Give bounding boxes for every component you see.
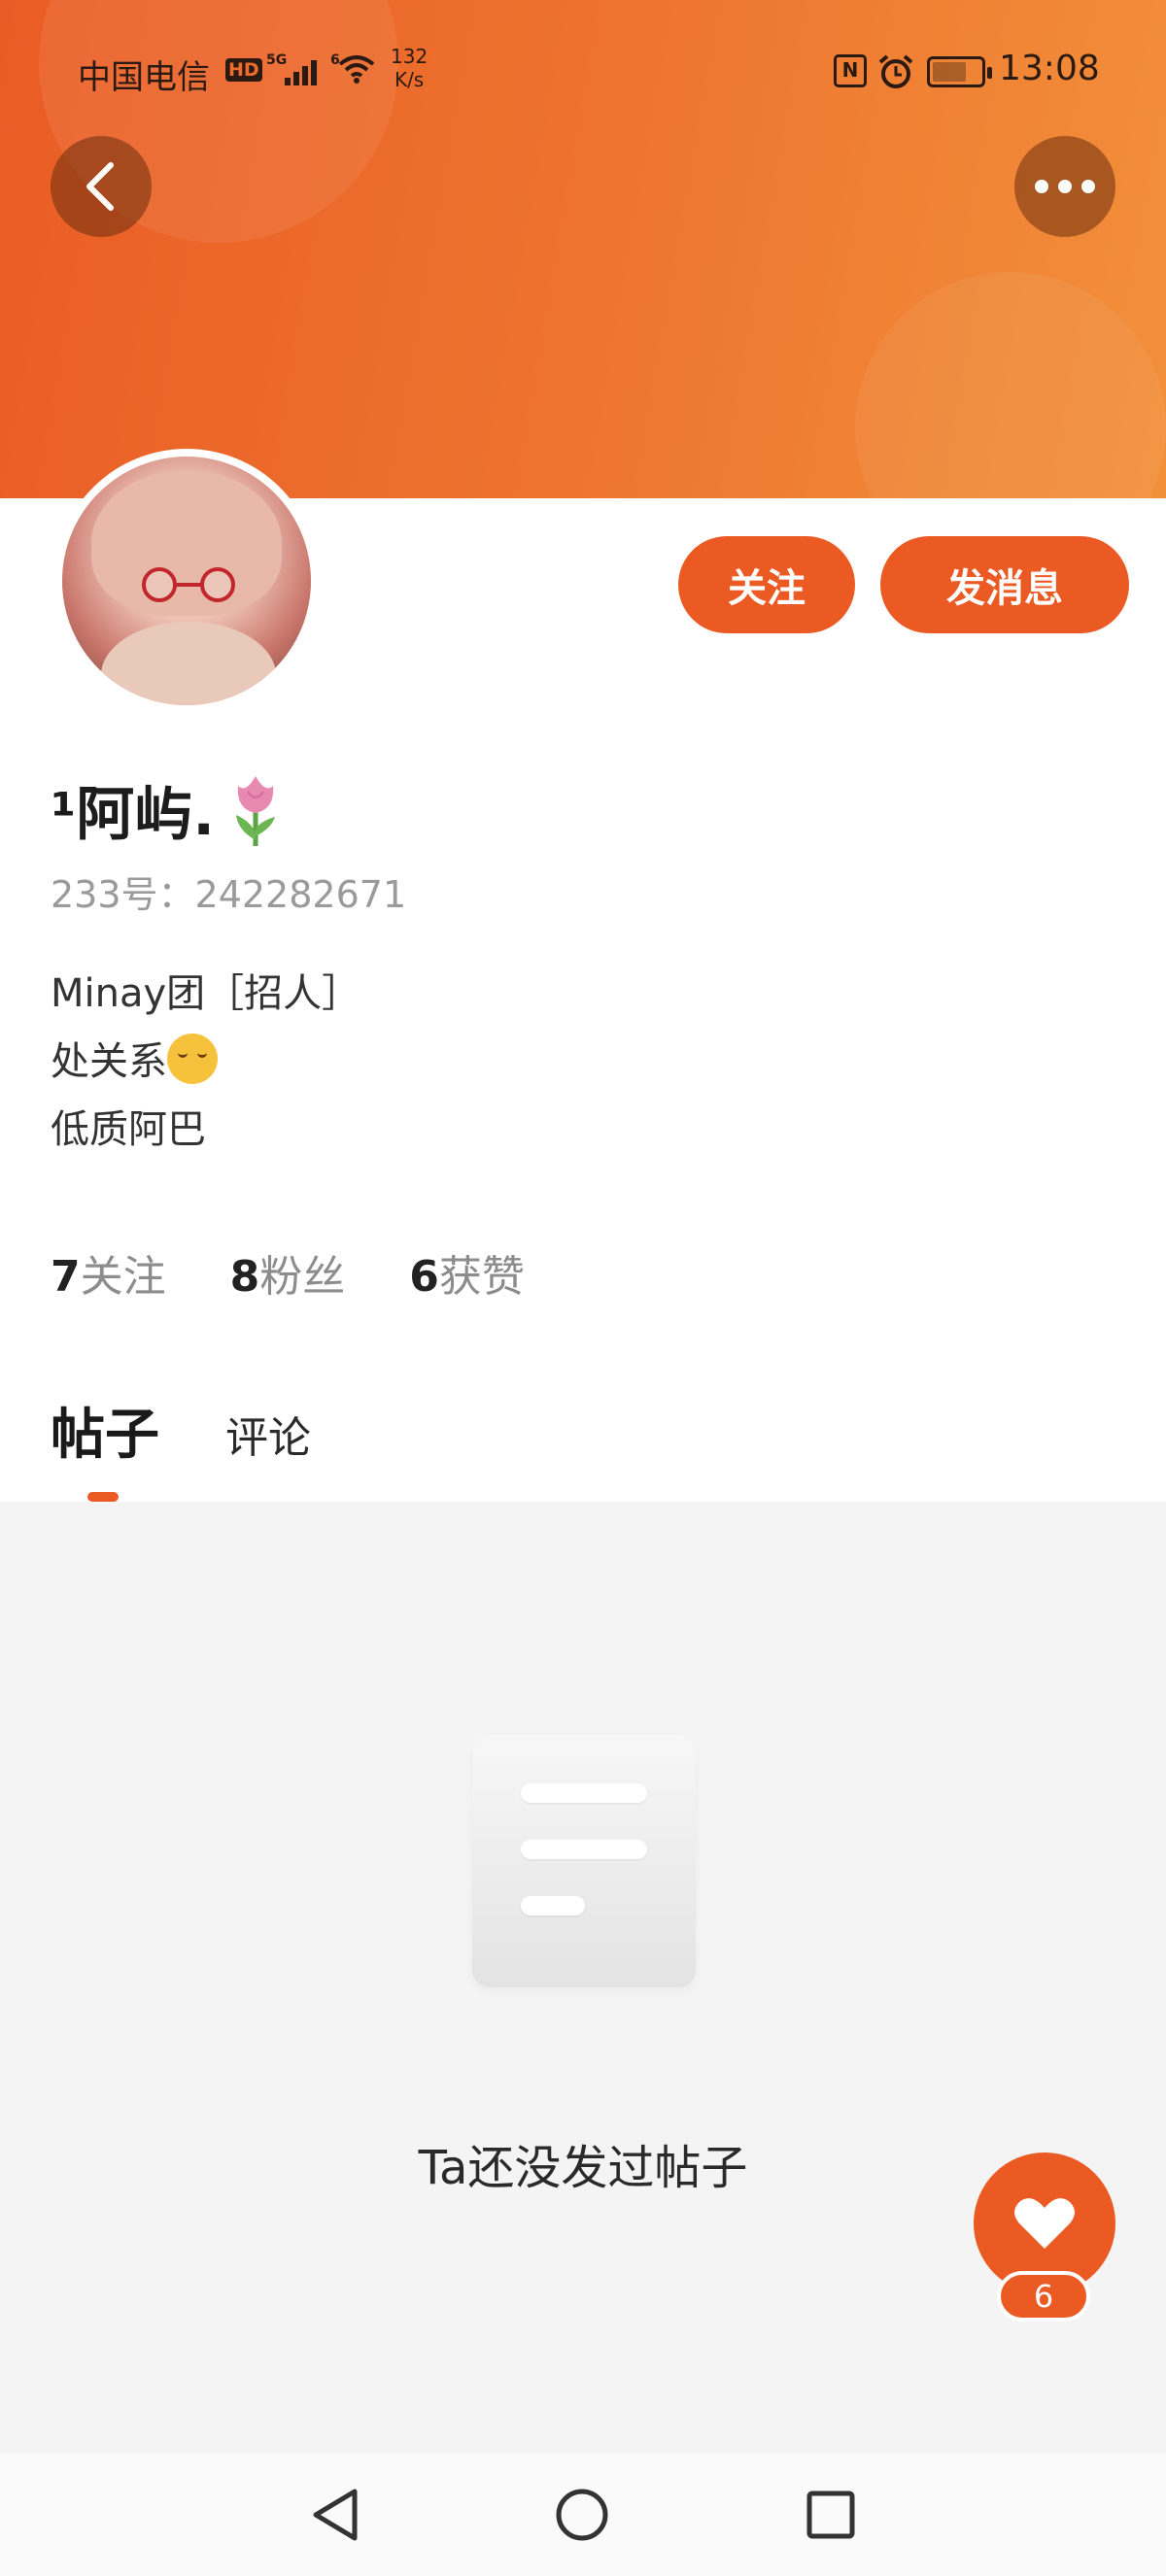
tab-comments[interactable]: 评论 xyxy=(225,1403,311,1465)
tulip-emoji-icon xyxy=(236,775,276,846)
like-count-badge: 6 xyxy=(997,2271,1090,2322)
alarm-icon xyxy=(878,54,913,88)
follow-button[interactable]: 关注 xyxy=(678,536,855,633)
stat-following[interactable]: 7关注 xyxy=(51,1241,166,1304)
speed-unit: K/s xyxy=(394,68,425,91)
nfc-icon: N xyxy=(834,54,867,87)
triangle-back-icon xyxy=(313,2489,358,2541)
nav-back-button[interactable] xyxy=(303,2483,367,2547)
stat-likes: 6获赞 xyxy=(409,1241,525,1304)
hd-badge: HD xyxy=(225,58,262,82)
carrier-label: 中国电信 xyxy=(78,58,210,97)
chevron-left-icon xyxy=(86,162,114,211)
nav-recents-button[interactable] xyxy=(799,2483,863,2547)
avatar[interactable] xyxy=(54,449,319,713)
user-name: ¹阿屿. xyxy=(51,767,283,852)
bio-line-text: 处关系 xyxy=(51,1039,167,1084)
stat-fans[interactable]: 8粉丝 xyxy=(230,1241,346,1304)
bio-line: 处关系 xyxy=(51,1028,360,1096)
square-recents-icon xyxy=(806,2491,855,2539)
stat-likes-label: 获赞 xyxy=(438,1252,525,1302)
stat-fans-count: 8 xyxy=(229,1252,260,1302)
stat-following-count: 7 xyxy=(51,1252,81,1302)
battery-fill xyxy=(933,62,966,82)
stat-fans-label: 粉丝 xyxy=(259,1252,346,1302)
stat-following-label: 关注 xyxy=(80,1252,166,1302)
active-tab-indicator xyxy=(87,1492,119,1502)
more-options-button[interactable] xyxy=(1014,136,1115,237)
signal-icon xyxy=(285,56,324,85)
nav-home-button[interactable] xyxy=(550,2483,614,2547)
heart-icon xyxy=(1014,2198,1075,2249)
avatar-image xyxy=(62,457,311,705)
user-bio: Minay团［招人］ 处关系 低质阿巴 xyxy=(51,960,360,1164)
tab-posts[interactable]: 帖子 xyxy=(51,1391,159,1470)
speed-value: 132 xyxy=(391,45,429,68)
profile-stats: 7关注 8粉丝 6获赞 xyxy=(51,1241,589,1304)
smiling-face-hearts-icon xyxy=(167,1034,218,1084)
user-name-text: ¹阿屿. xyxy=(51,781,216,849)
wifi-icon xyxy=(338,55,375,84)
status-bar: 中国电信 HD 5G 6 132 K/s N 13:08 xyxy=(0,39,1166,107)
bio-line: 低质阿巴 xyxy=(51,1107,206,1152)
more-dots-icon xyxy=(1035,180,1095,193)
banner-decoration xyxy=(855,272,1166,498)
network-speed: 132 K/s xyxy=(391,45,428,91)
battery-icon xyxy=(927,56,992,87)
circle-home-icon xyxy=(556,2489,608,2541)
send-message-button[interactable]: 发消息 xyxy=(880,536,1129,633)
empty-document-icon xyxy=(472,1735,696,1987)
bio-line: Minay团［招人］ xyxy=(51,971,361,1016)
clock: 13:08 xyxy=(999,49,1100,88)
back-button[interactable] xyxy=(51,136,152,237)
user-id: 233号：242282671 xyxy=(51,873,407,916)
system-navigation-bar xyxy=(0,2454,1166,2576)
stat-likes-count: 6 xyxy=(409,1252,439,1302)
